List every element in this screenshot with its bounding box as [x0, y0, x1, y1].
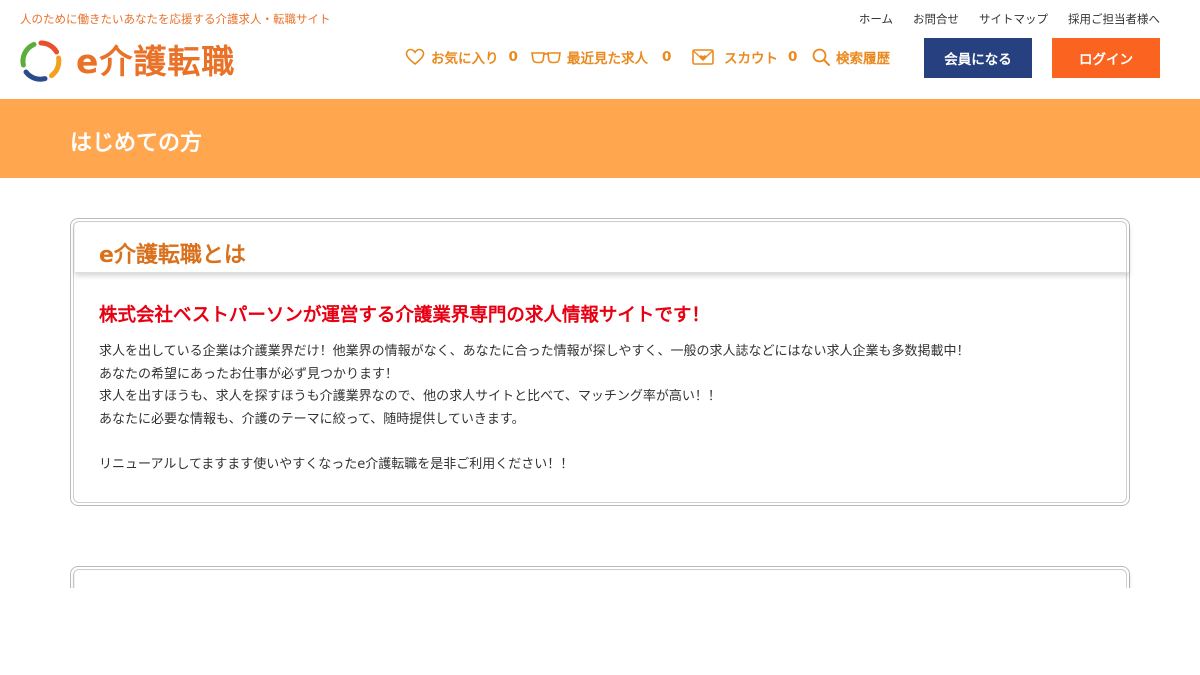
envelope-heart-icon — [692, 49, 714, 65]
recently-viewed-count: 0 — [662, 49, 672, 65]
scout-count: 0 — [788, 49, 798, 65]
nav-recently-viewed[interactable]: 最近見た求人 0 — [531, 46, 671, 68]
util-link-home[interactable]: ホーム — [859, 11, 893, 27]
section-body: 求人を出している企業は介護業界だけ！他業界の情報がなく、あなたに合った情報が探し… — [99, 341, 969, 476]
site-tagline: 人のために働きたいあなたを応援する介護求人・転職サイト — [20, 12, 331, 26]
heart-icon — [405, 48, 425, 66]
login-button[interactable]: ログイン — [1052, 38, 1160, 78]
section-header: e介護転職とは — [75, 223, 1129, 273]
body-paragraph: 求人を出している企業は介護業界だけ！他業界の情報がなく、あなたに合った情報が探し… — [99, 344, 970, 359]
logo-ring-icon — [20, 40, 62, 82]
page-title-banner: はじめての方 — [0, 99, 1200, 178]
utility-nav: ホーム お問合せ サイトマップ 採用ご担当者様へ — [859, 11, 1160, 27]
glasses-icon — [531, 52, 561, 64]
scout-label: スカウト — [724, 51, 778, 67]
body-paragraph: あなたの希望にあったお仕事が必ず見つかります！ — [99, 366, 399, 382]
section-lead: 株式会社ベストパーソンが運営する介護業界専門の求人情報サイトです！ — [99, 305, 710, 326]
util-link-employers[interactable]: 採用ご担当者様へ — [1068, 11, 1160, 27]
search-icon — [812, 48, 830, 66]
page-title: はじめての方 — [70, 131, 203, 156]
favorites-count: 0 — [508, 49, 518, 65]
register-button[interactable]: 会員になる — [924, 38, 1032, 78]
logo-text: e介護転職 — [76, 41, 236, 81]
recently-viewed-label: 最近見た求人 — [567, 51, 648, 67]
favorites-label: お気に入り — [431, 51, 499, 67]
search-history-label: 検索履歴 — [836, 51, 890, 67]
nav-search-history[interactable]: 検索履歴 — [812, 46, 890, 68]
nav-favorites[interactable]: お気に入り 0 — [405, 46, 518, 68]
util-link-contact[interactable]: お問合せ — [913, 11, 959, 27]
util-link-sitemap[interactable]: サイトマップ — [979, 11, 1048, 27]
nav-scout[interactable]: スカウト 0 — [692, 46, 797, 68]
body-paragraph: あなたに必要な情報も、介護のテーマに絞って、随時提供していきます。 — [99, 411, 525, 427]
body-paragraph: リニューアルしてますます使いやすくなったe介護転職を是非ご利用ください！！ — [99, 456, 574, 472]
section-heading: e介護転職とは — [99, 243, 246, 268]
site-logo[interactable]: e介護転職 — [20, 40, 235, 82]
viewport-bottom-blank — [0, 588, 1200, 675]
about-section: e介護転職とは 株式会社ベストパーソンが運営する介護業界専門の求人情報サイトです… — [70, 218, 1130, 506]
body-paragraph: 求人を出すほうも、求人を探すほうも介護業界なので、他の求人サイトと比べて、マッチ… — [99, 389, 721, 404]
